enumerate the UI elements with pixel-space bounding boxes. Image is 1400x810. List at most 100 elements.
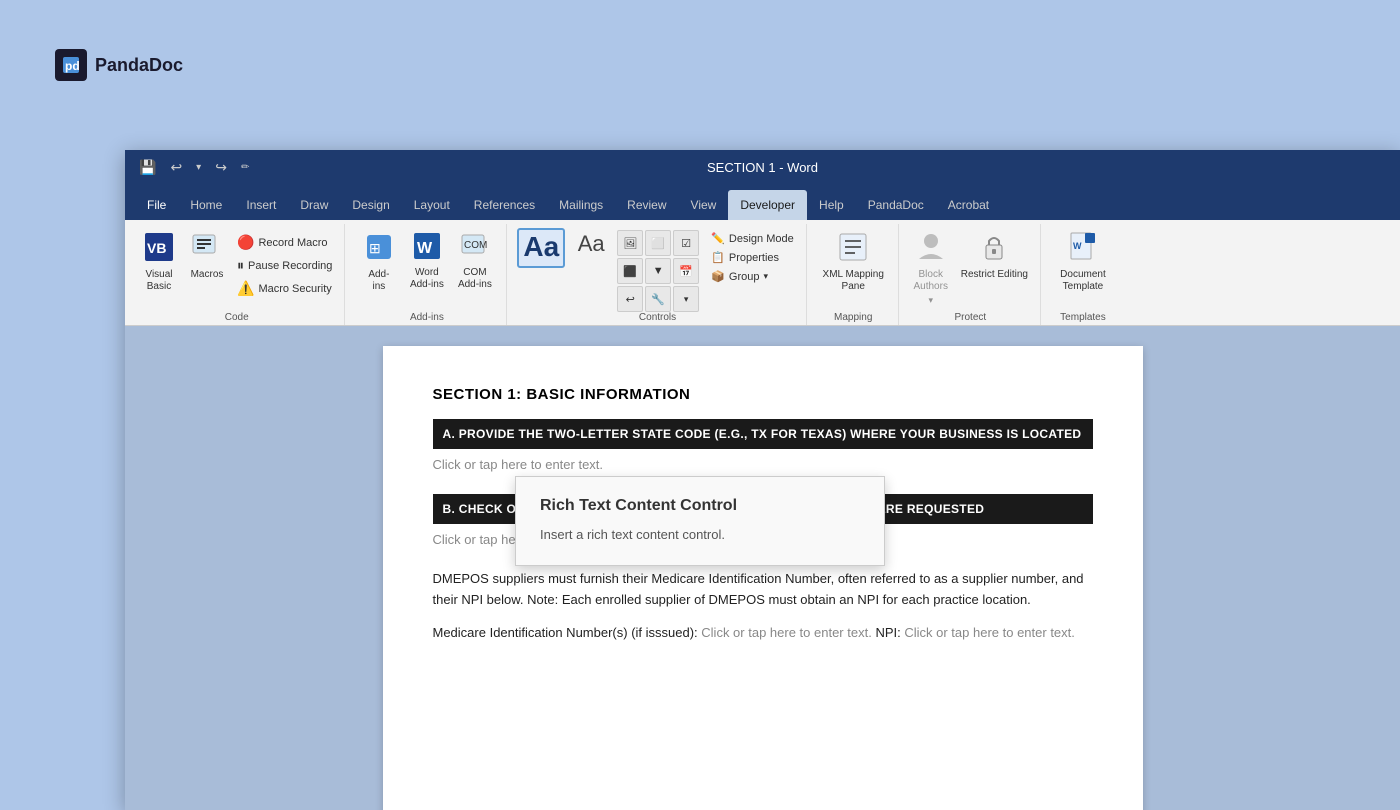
quick-access-toolbar: 💾 ↩ ▾ ↪ ✏ — [135, 157, 253, 178]
more-controls-button[interactable]: ▾ — [673, 286, 699, 312]
addins-button[interactable]: ⊞ Add-ins — [357, 228, 401, 296]
ribbon-group-code: VB VisualBasic Macros — [129, 224, 345, 325]
macro-options-stack: 🔴 Record Macro ⏸ Pause Recording ⚠️ Macr… — [233, 228, 336, 299]
visual-basic-label: VisualBasic — [145, 269, 172, 293]
tab-help[interactable]: Help — [807, 190, 856, 220]
addins-group-label: Add-ins — [355, 312, 498, 325]
xml-mapping-icon — [837, 231, 869, 267]
tab-pandadoc[interactable]: PandaDoc — [856, 190, 936, 220]
undo-qat-btn[interactable]: ↩ — [166, 157, 186, 178]
pandadoc-bar: pd PandaDoc — [0, 0, 1400, 130]
redo-qat-btn[interactable]: ↪ — [211, 157, 231, 178]
tab-acrobat[interactable]: Acrobat — [936, 190, 1001, 220]
document-template-button[interactable]: W DocumentTemplate — [1056, 228, 1110, 296]
rich-text-icon: Aa — [523, 233, 559, 261]
undo-dropdown-btn[interactable]: ▾ — [192, 160, 205, 175]
ribbon-group-mapping: XML MappingPane Mapping — [809, 224, 899, 325]
medicare-id-label: Medicare Identification Number(s) (if is… — [433, 625, 698, 640]
npi-placeholder[interactable]: Click or tap here to enter text. — [904, 625, 1075, 640]
design-mode-icon: ✏️ — [711, 232, 725, 245]
block-authors-icon — [915, 231, 947, 267]
macros-label: Macros — [191, 269, 224, 281]
properties-label: Properties — [729, 252, 779, 264]
date-picker-button[interactable]: 📅 — [673, 258, 699, 284]
xml-mapping-label: XML MappingPane — [823, 269, 884, 293]
block-authors-button[interactable]: BlockAuthors ▾ — [909, 228, 953, 309]
section-title: SECTION 1: BASIC INFORMATION — [433, 386, 1093, 403]
templates-group-label: Templates — [1051, 312, 1115, 325]
document-template-label: DocumentTemplate — [1060, 269, 1106, 293]
com-addins-icon: COM — [460, 231, 490, 265]
tab-home[interactable]: Home — [178, 190, 234, 220]
tooltip-title: Rich Text Content Control — [540, 497, 860, 515]
mapping-group-items: XML MappingPane — [819, 228, 888, 312]
tab-design[interactable]: Design — [340, 190, 401, 220]
tooltip-popup: Rich Text Content Control Insert a rich … — [515, 476, 885, 566]
svg-text:W: W — [1073, 241, 1082, 251]
tab-review[interactable]: Review — [615, 190, 678, 220]
customize-qat-btn[interactable]: ✏ — [237, 160, 253, 175]
addins-icon: ⊞ — [363, 231, 395, 267]
svg-text:⊞: ⊞ — [369, 240, 381, 256]
macros-button[interactable]: Macros — [185, 228, 229, 284]
checkbox-button[interactable]: ☑ — [673, 230, 699, 256]
pandadoc-icon: pd — [55, 49, 87, 81]
com-addins-button[interactable]: COM COMAdd-ins — [453, 228, 497, 294]
svg-text:pd: pd — [65, 59, 80, 73]
plain-text-control-button[interactable]: Aa — [569, 228, 613, 260]
body-paragraph-1: DMEPOS suppliers must furnish their Medi… — [433, 569, 1093, 611]
mapping-group-label: Mapping — [817, 312, 890, 325]
svg-text:COM: COM — [464, 240, 487, 251]
pause-recording-label: Pause Recording — [248, 260, 332, 272]
group-button[interactable]: 📦 Group ▾ — [707, 268, 798, 285]
tab-references[interactable]: References — [462, 190, 547, 220]
save-qat-btn[interactable]: 💾 — [135, 157, 160, 178]
record-macro-button[interactable]: 🔴 Record Macro — [233, 232, 336, 253]
tab-developer[interactable]: Developer — [728, 190, 807, 220]
addins-group-items: ⊞ Add-ins W WordAdd-ins — [357, 228, 497, 312]
xml-mapping-pane-button[interactable]: XML MappingPane — [819, 228, 888, 296]
word-addins-button[interactable]: W WordAdd-ins — [405, 228, 449, 294]
ribbon-group-templates: W DocumentTemplate Templates — [1043, 224, 1123, 325]
svg-text:VB: VB — [147, 240, 166, 256]
restrict-editing-button[interactable]: Restrict Editing — [957, 228, 1032, 284]
macro-security-icon: ⚠️ — [237, 280, 254, 297]
tab-mailings[interactable]: Mailings — [547, 190, 615, 220]
rich-text-control-button[interactable]: Aa — [517, 228, 565, 268]
pandadoc-label: PandaDoc — [95, 55, 183, 76]
building-block-button[interactable]: ⬜ — [645, 230, 671, 256]
svg-text:W: W — [417, 240, 433, 257]
picture-control-button[interactable]: 🖼 — [617, 230, 643, 256]
tab-layout[interactable]: Layout — [402, 190, 462, 220]
controls-group-items: Aa Aa 🖼 ⬜ ☑ ⬛ ▼ 📅 — [517, 228, 797, 312]
title-bar: 💾 ↩ ▾ ↪ ✏ SECTION 1 - Word — [125, 150, 1400, 184]
ribbon-tabs: File Home Insert Draw Design Layout Refe… — [125, 184, 1400, 220]
medicare-id-placeholder[interactable]: Click or tap here to enter text. — [701, 625, 872, 640]
combo-box-button[interactable]: ⬛ — [617, 258, 643, 284]
doc-page: SECTION 1: BASIC INFORMATION A. PROVIDE … — [383, 346, 1143, 810]
visual-basic-icon: VB — [143, 231, 175, 267]
npi-label: NPI: — [875, 625, 900, 640]
design-mode-button[interactable]: ✏️ Design Mode — [707, 230, 798, 247]
block-authors-label: BlockAuthors — [913, 269, 947, 293]
code-group-label: Code — [137, 312, 336, 325]
pause-recording-button[interactable]: ⏸ Pause Recording — [233, 255, 336, 276]
ribbon-group-controls: Aa Aa 🖼 ⬜ ☑ ⬛ ▼ 📅 — [509, 224, 806, 325]
tab-draw[interactable]: Draw — [288, 190, 340, 220]
visual-basic-button[interactable]: VB VisualBasic — [137, 228, 181, 296]
repeating-section-button[interactable]: ↩ — [617, 286, 643, 312]
window-title: SECTION 1 - Word — [707, 160, 818, 175]
macro-security-button[interactable]: ⚠️ Macro Security — [233, 278, 336, 299]
restrict-editing-icon — [978, 231, 1010, 267]
legacy-tools-button[interactable]: 🔧 — [645, 286, 671, 312]
dropdown-button[interactable]: ▼ — [645, 258, 671, 284]
pause-recording-icon: ⏸ — [237, 257, 244, 274]
tab-insert[interactable]: Insert — [234, 190, 288, 220]
word-addins-label: WordAdd-ins — [410, 267, 444, 291]
tab-file[interactable]: File — [135, 190, 178, 220]
ribbon-group-addins: ⊞ Add-ins W WordAdd-ins — [347, 224, 507, 325]
record-macro-label: Record Macro — [258, 237, 327, 249]
protect-group-items: BlockAuthors ▾ Restrict Editing — [909, 228, 1032, 312]
tab-view[interactable]: View — [679, 190, 729, 220]
properties-button[interactable]: 📋 Properties — [707, 249, 798, 266]
